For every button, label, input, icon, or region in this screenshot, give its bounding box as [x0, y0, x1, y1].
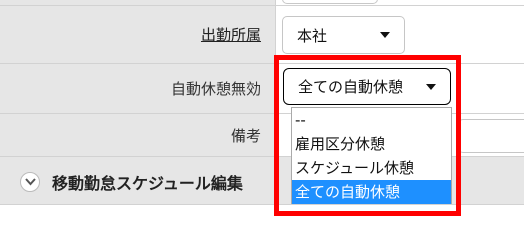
dropdown-option-selected[interactable]: 全ての自動休憩: [292, 180, 451, 204]
dropdown-option[interactable]: スケジュール休憩: [292, 156, 451, 180]
chevron-down-icon: [380, 32, 390, 38]
org-label-link[interactable]: 出勤所属: [201, 24, 261, 45]
chevron-down-circle-icon[interactable]: [20, 172, 40, 192]
section-title: 移動勤怠スケジュール編集: [52, 174, 243, 193]
note-label-cell: 備考: [0, 114, 275, 157]
bottom-area: [0, 205, 524, 224]
auto-break-label: 自動休憩無効: [170, 80, 261, 98]
partial-top-select[interactable]: [282, 0, 378, 4]
dropdown-option[interactable]: 雇用区分休憩: [292, 132, 451, 156]
note-input[interactable]: [458, 119, 524, 153]
note-label: 備考: [230, 126, 261, 145]
auto-break-select[interactable]: 全ての自動休憩: [283, 68, 451, 105]
org-label-cell: 出勤所属: [0, 6, 275, 64]
chevron-down-icon: [426, 83, 436, 90]
org-select[interactable]: 本社: [282, 16, 405, 54]
auto-break-label-cell: 自動休憩無効: [0, 64, 275, 114]
org-select-value: 本社: [297, 26, 328, 45]
auto-break-dropdown-list: -- 雇用区分休憩 スケジュール休憩 全ての自動休憩: [291, 107, 452, 204]
dropdown-option[interactable]: --: [292, 108, 451, 132]
auto-break-select-value: 全ての自動休憩: [298, 78, 404, 96]
